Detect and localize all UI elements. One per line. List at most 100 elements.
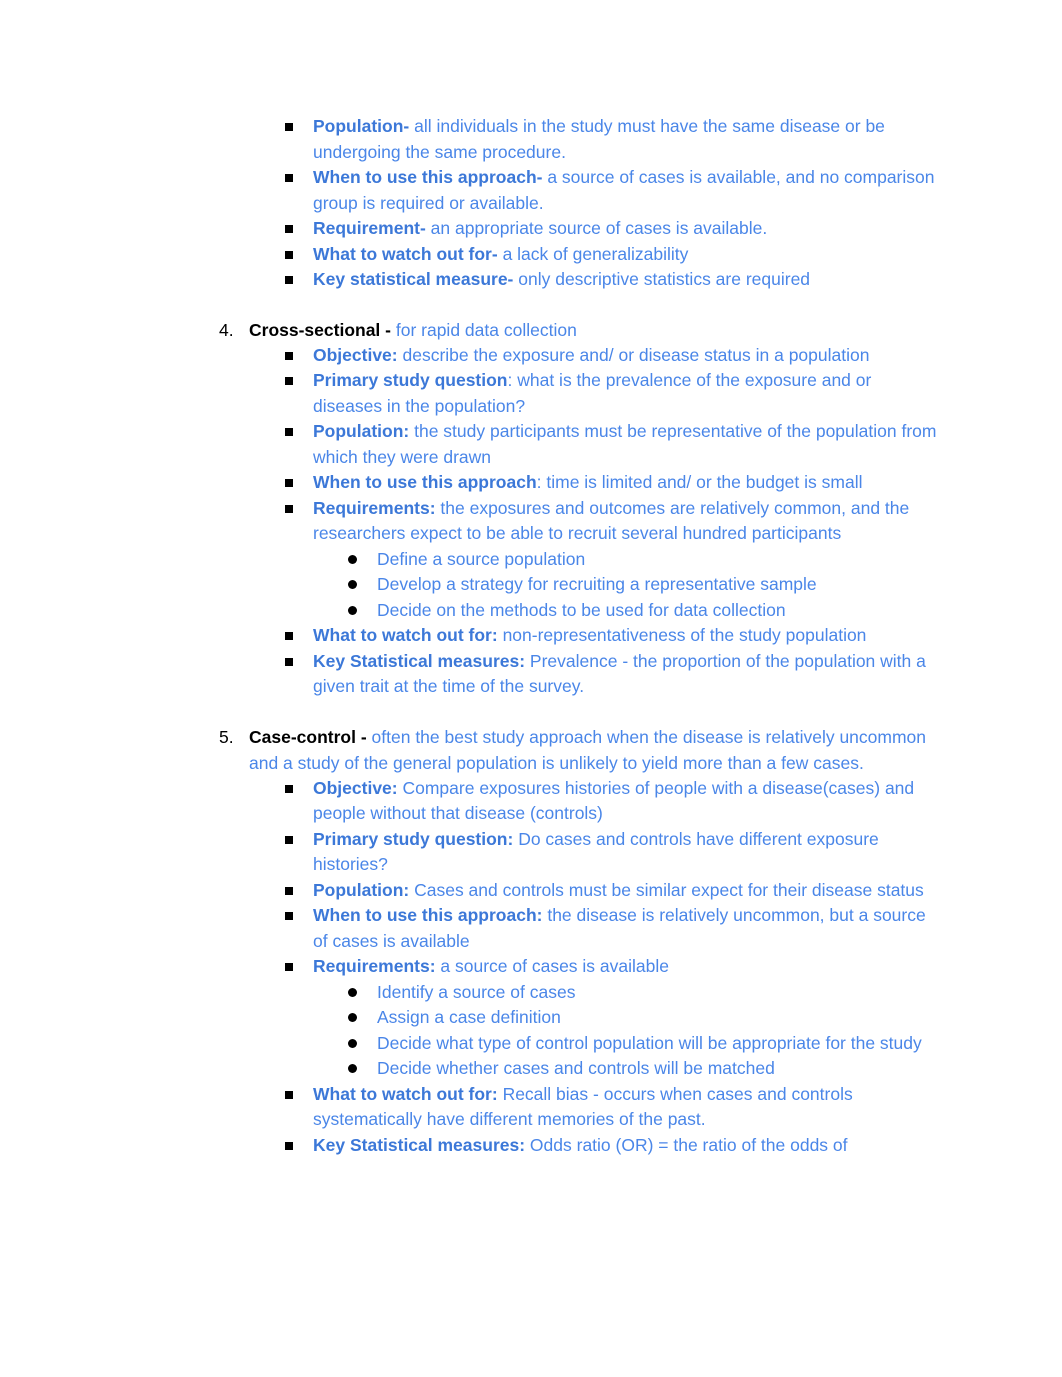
list-item-text: When to use this approach- a source of c…: [313, 165, 938, 216]
list-item-rest: describe the exposure and/ or disease st…: [397, 344, 870, 365]
list-item-lead: Requirement-: [313, 218, 426, 238]
list-item-text: Decide whether cases and controls will b…: [377, 1058, 775, 1078]
list-item: Develop a strategy for recruiting a repr…: [313, 572, 1062, 598]
section-heading: Cross-sectional - for rapid data collect…: [249, 317, 1062, 343]
section-heading-subtitle: for rapid data collection: [395, 319, 577, 340]
list-item-text: Primary study question: Do cases and con…: [313, 827, 938, 878]
list-item: Decide on the methods to be used for dat…: [313, 598, 1062, 624]
list-item: Requirement- an appropriate source of ca…: [249, 216, 1062, 242]
list-item: Define a source population: [313, 547, 1062, 573]
section-heading-title: Case-control -: [249, 726, 372, 747]
list-item-text: What to watch out for: non-representativ…: [313, 623, 938, 649]
round-bullet-icon: [348, 580, 357, 589]
square-bullet-icon: [285, 377, 293, 385]
list-item-text: Population: the study participants must …: [313, 419, 938, 470]
list-item-lead: Objective:: [313, 777, 398, 798]
list-item-text: Primary study question: what is the prev…: [313, 368, 938, 419]
list-item-text: Population- all individuals in the study…: [313, 114, 938, 165]
cross-sectional-requirements-sublist: Define a source population Develop a str…: [313, 547, 1062, 624]
square-bullet-icon: [285, 479, 293, 487]
list-item-text: Objective: Compare exposures histories o…: [313, 776, 938, 827]
list-item: Key Statistical measures: Prevalence - t…: [249, 649, 1062, 700]
section-heading-title: Cross-sectional -: [249, 319, 396, 340]
list-item-lead: What to watch out for:: [313, 625, 498, 645]
list-item-text: Key Statistical measures: Prevalence - t…: [313, 649, 938, 700]
round-bullet-icon: [348, 1013, 357, 1022]
list-item-text: What to watch out for- a lack of general…: [313, 242, 938, 268]
document-page: Population- all individuals in the study…: [0, 0, 1062, 1377]
list-item-rest: : time is limited and/ or the budget is …: [536, 472, 863, 492]
list-item: Population: Cases and controls must be s…: [249, 878, 1062, 904]
square-bullet-icon: [285, 784, 293, 793]
case-control-bullets: Objective: Compare exposures histories o…: [249, 776, 1062, 1159]
list-item: Primary study question: Do cases and con…: [249, 827, 1062, 878]
list-item: Objective: Compare exposures histories o…: [249, 776, 1062, 827]
list-item-lead: What to watch out for:: [313, 1083, 498, 1104]
list-item-rest: only descriptive statistics are required: [513, 269, 811, 289]
list-item: When to use this approach: the disease i…: [249, 903, 1062, 954]
list-item: Population- all individuals in the study…: [249, 114, 1062, 165]
section-heading: Case-control - often the best study appr…: [249, 724, 1062, 776]
list-item-text: Define a source population: [377, 548, 586, 569]
list-item-text: Assign a case definition: [377, 1007, 561, 1027]
list-item-lead: Key statistical measure-: [313, 269, 514, 289]
square-bullet-icon: [285, 835, 293, 844]
document-body: Population- all individuals in the study…: [0, 114, 1062, 1158]
case-control-requirements-sublist: Identify a source of cases Assign a case…: [313, 980, 1062, 1082]
list-item: Primary study question: what is the prev…: [249, 368, 1062, 419]
square-bullet-icon: [285, 504, 293, 513]
list-item: When to use this approach: time is limit…: [249, 470, 1062, 496]
list-item-lead: When to use this approach: [313, 472, 537, 492]
cross-sectional-section: 4. Cross-sectional - for rapid data coll…: [0, 317, 1062, 700]
list-item-lead: Requirements:: [313, 497, 436, 518]
square-bullet-icon: [285, 1090, 293, 1099]
numbered-item-case-control: 5. Case-control - often the best study a…: [0, 724, 1062, 1159]
list-item-rest: non-representativeness of the study popu…: [497, 625, 867, 645]
square-bullet-icon: [285, 963, 293, 971]
numbered-item-cross-sectional: 4. Cross-sectional - for rapid data coll…: [0, 317, 1062, 700]
list-item-lead: When to use this approach:: [313, 905, 543, 925]
list-item: What to watch out for- a lack of general…: [249, 242, 1062, 268]
list-item-text: What to watch out for: Recall bias - occ…: [313, 1082, 938, 1133]
square-bullet-icon: [285, 250, 293, 259]
list-item-text: Identify a source of cases: [377, 981, 576, 1002]
list-item: Objective: describe the exposure and/ or…: [249, 343, 1062, 369]
list-item-text: Objective: describe the exposure and/ or…: [313, 343, 938, 369]
list-item-text: Key statistical measure- only descriptiv…: [313, 267, 938, 293]
square-bullet-icon: [285, 886, 293, 895]
round-bullet-icon: [348, 1064, 357, 1073]
list-item-text: When to use this approach: the disease i…: [313, 903, 938, 954]
list-item-lead: Population:: [313, 421, 410, 441]
list-item-lead: What to watch out for-: [313, 243, 498, 264]
list-item: Assign a case definition: [313, 1005, 1062, 1031]
list-item-lead: When to use this approach-: [313, 167, 543, 187]
list-item-text: Requirements: a source of cases is avail…: [313, 954, 938, 980]
square-bullet-icon: [285, 657, 293, 666]
list-item-lead: Requirements:: [313, 956, 436, 976]
list-item: What to watch out for: Recall bias - occ…: [249, 1082, 1062, 1133]
list-item: Key statistical measure- only descriptiv…: [249, 267, 1062, 293]
list-item-lead: Primary study question:: [313, 828, 514, 849]
list-item-rest: an appropriate source of cases is availa…: [425, 218, 768, 238]
list-item-text: Requirements: the exposures and outcomes…: [313, 496, 938, 547]
round-bullet-icon: [348, 987, 357, 997]
square-bullet-icon: [285, 1141, 293, 1150]
list-number: 4.: [219, 319, 234, 340]
list-item-lead: Objective:: [313, 344, 398, 365]
list-item: Decide whether cases and controls will b…: [313, 1056, 1062, 1082]
list-item-text: Develop a strategy for recruiting a repr…: [377, 574, 817, 594]
list-item: Requirements: the exposures and outcomes…: [249, 496, 1062, 624]
square-bullet-icon: [285, 428, 293, 436]
list-number: 5.: [219, 726, 234, 747]
list-item: Population: the study participants must …: [249, 419, 1062, 470]
list-item-text: Key Statistical measures: Odds ratio (OR…: [313, 1133, 938, 1159]
list-item-lead: Population:: [313, 879, 410, 900]
square-bullet-icon: [285, 632, 293, 640]
list-item: Key Statistical measures: Odds ratio (OR…: [249, 1133, 1062, 1159]
list-item: What to watch out for: non-representativ…: [249, 623, 1062, 649]
square-bullet-icon: [285, 276, 293, 284]
case-control-section: 5. Case-control - often the best study a…: [0, 724, 1062, 1159]
list-item-lead: Key Statistical measures:: [313, 1134, 526, 1155]
square-bullet-icon: [285, 912, 293, 920]
